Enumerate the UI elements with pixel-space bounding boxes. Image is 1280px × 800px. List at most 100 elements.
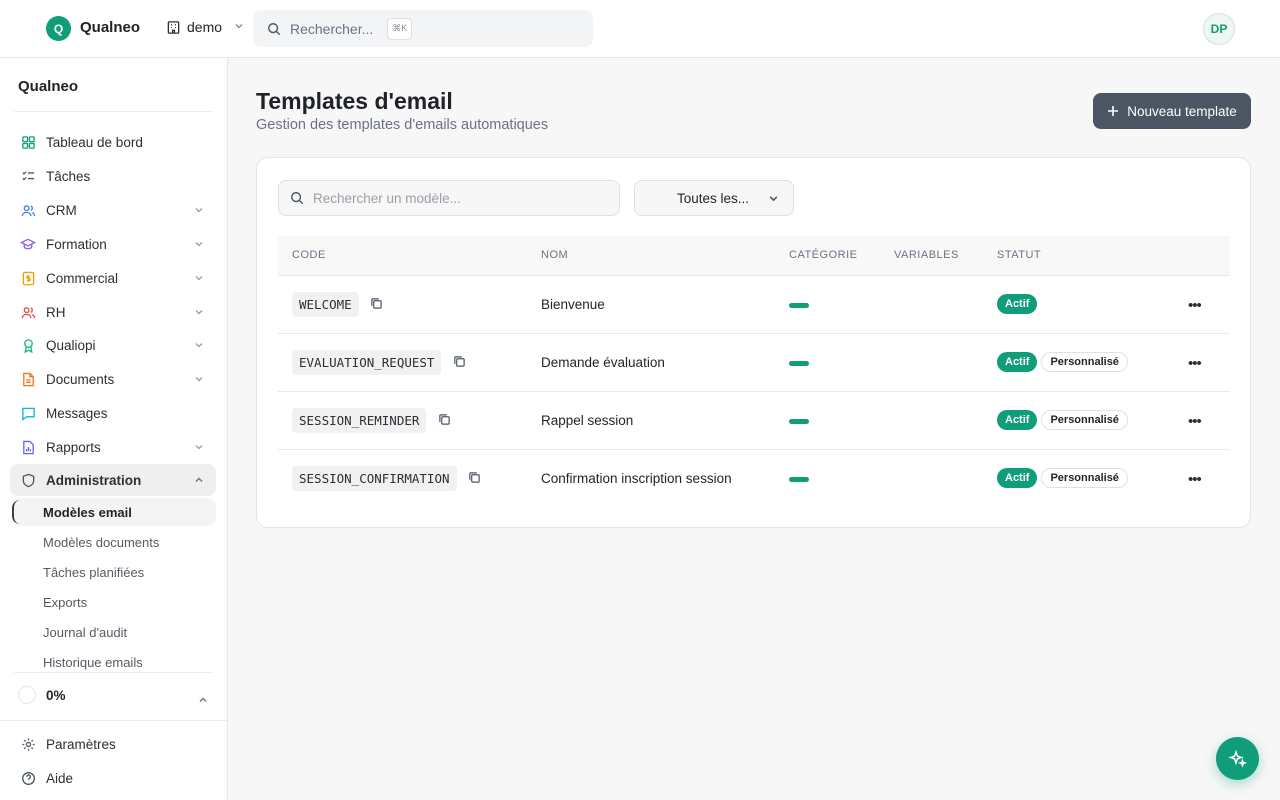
status-badges: Actif Personnalisé bbox=[997, 468, 1128, 488]
new-template-label: Nouveau template bbox=[1127, 103, 1237, 119]
column-header-statut[interactable]: STATUT bbox=[997, 249, 1041, 261]
document-icon bbox=[20, 371, 36, 387]
sidebar-item-label: RH bbox=[46, 304, 66, 320]
help-icon bbox=[20, 770, 36, 786]
chevron-up-icon[interactable] bbox=[198, 692, 208, 710]
category-filter-select[interactable]: Toutes les... bbox=[634, 180, 794, 216]
sidebar: Qualneo Tableau de bord Tâches CRM Forma… bbox=[0, 58, 228, 800]
category-indicator bbox=[789, 303, 809, 308]
column-header-nom[interactable]: NOM bbox=[541, 249, 568, 261]
sidebar-subitem-exports[interactable]: Exports bbox=[12, 588, 216, 616]
sidebar-item-label: Tâches bbox=[46, 168, 91, 184]
category-indicator bbox=[789, 361, 809, 366]
copy-icon[interactable] bbox=[370, 297, 384, 311]
sidebar-item-rh[interactable]: RH bbox=[10, 296, 216, 328]
sidebar-subitem-modeles-email[interactable]: Modèles email bbox=[12, 498, 216, 526]
customized-badge: Personnalisé bbox=[1041, 352, 1128, 372]
sidebar-subitem-taches-planifiees[interactable]: Tâches planifiées bbox=[12, 558, 216, 586]
template-name: Confirmation inscription session bbox=[541, 471, 732, 486]
copy-icon[interactable] bbox=[438, 413, 452, 427]
sidebar-item-taches[interactable]: Tâches bbox=[10, 160, 216, 192]
template-search-placeholder: Rechercher un modèle... bbox=[313, 190, 461, 206]
copy-icon[interactable] bbox=[453, 355, 467, 369]
sidebar-item-label: CRM bbox=[46, 202, 77, 218]
template-code: SESSION_CONFIRMATION bbox=[292, 466, 457, 491]
table-row[interactable]: SESSION_CONFIRMATION Confirmation inscri… bbox=[278, 450, 1230, 508]
sidebar-item-qualiopi[interactable]: Qualiopi bbox=[10, 329, 216, 361]
column-header-variables[interactable]: VARIABLES bbox=[894, 249, 959, 261]
template-code: EVALUATION_REQUEST bbox=[292, 350, 442, 375]
template-name: Rappel session bbox=[541, 413, 634, 428]
sidebar-item-rapports[interactable]: Rapports bbox=[10, 431, 216, 463]
more-actions-icon[interactable]: ••• bbox=[1188, 413, 1202, 430]
global-search[interactable]: Rechercher... ⌘K bbox=[253, 10, 593, 47]
sidebar-item-commercial[interactable]: Commercial bbox=[10, 262, 216, 294]
sidebar-item-crm[interactable]: CRM bbox=[10, 194, 216, 226]
sidebar-divider bbox=[0, 720, 228, 721]
sidebar-item-label: Messages bbox=[46, 405, 108, 421]
sidebar-item-parametres[interactable]: Paramètres bbox=[10, 728, 216, 760]
shield-icon bbox=[20, 472, 36, 488]
table-row[interactable]: SESSION_REMINDER Rappel session Actif Pe… bbox=[278, 392, 1230, 450]
table-header: CODE NOM CATÉGORIE VARIABLES STATUT bbox=[278, 236, 1230, 276]
sidebar-item-label: Formation bbox=[46, 236, 107, 252]
templates-card: Rechercher un modèle... Toutes les... CO… bbox=[256, 157, 1251, 528]
chevron-down-icon bbox=[194, 271, 204, 286]
user-avatar[interactable]: DP bbox=[1203, 13, 1235, 45]
table-row[interactable]: EVALUATION_REQUEST Demande évaluation Ac… bbox=[278, 334, 1230, 392]
sidebar-item-label: Commercial bbox=[46, 270, 119, 286]
message-icon bbox=[20, 405, 36, 421]
chevron-up-icon bbox=[194, 473, 204, 488]
sidebar-item-documents[interactable]: Documents bbox=[10, 363, 216, 395]
onboarding-progress[interactable]: 0% bbox=[18, 686, 66, 704]
sidebar-item-label: Tableau de bord bbox=[46, 134, 143, 150]
template-name: Demande évaluation bbox=[541, 355, 665, 370]
chevron-down-icon bbox=[768, 192, 779, 207]
tasks-list-icon bbox=[20, 168, 36, 184]
status-badge: Actif bbox=[997, 294, 1038, 314]
sidebar-item-messages[interactable]: Messages bbox=[10, 397, 216, 429]
sidebar-item-aide[interactable]: Aide bbox=[10, 762, 216, 794]
dashboard-icon bbox=[20, 134, 36, 150]
column-header-categorie[interactable]: CATÉGORIE bbox=[789, 249, 857, 261]
more-actions-icon[interactable]: ••• bbox=[1188, 471, 1202, 488]
gear-icon bbox=[20, 736, 36, 752]
brand-name[interactable]: Qualneo bbox=[80, 19, 140, 36]
sparkles-icon bbox=[1227, 749, 1247, 768]
sidebar-item-label: Rapports bbox=[46, 439, 101, 455]
org-switcher[interactable]: demo bbox=[166, 19, 244, 35]
sidebar-subitem-modeles-documents[interactable]: Modèles documents bbox=[12, 528, 216, 556]
template-code: WELCOME bbox=[292, 292, 359, 317]
chevron-down-icon bbox=[234, 21, 244, 34]
sidebar-subitem-journal-audit[interactable]: Journal d'audit bbox=[12, 618, 216, 646]
sidebar-item-administration[interactable]: Administration bbox=[10, 464, 216, 496]
sidebar-divider bbox=[14, 672, 212, 673]
search-icon bbox=[268, 22, 281, 35]
sidebar-item-formation[interactable]: Formation bbox=[10, 228, 216, 260]
ai-assistant-button[interactable] bbox=[1216, 737, 1259, 780]
table-row[interactable]: WELCOME Bienvenue Actif ••• bbox=[278, 276, 1230, 334]
column-header-code[interactable]: CODE bbox=[292, 249, 326, 261]
status-badge: Actif bbox=[997, 468, 1038, 488]
global-search-placeholder: Rechercher... bbox=[290, 20, 374, 37]
more-actions-icon[interactable]: ••• bbox=[1188, 297, 1202, 314]
top-bar: Q Qualneo demo Rechercher... ⌘K DP bbox=[0, 0, 1280, 58]
chevron-down-icon bbox=[194, 440, 204, 455]
chevron-down-icon bbox=[194, 338, 204, 353]
copy-icon[interactable] bbox=[468, 471, 482, 485]
plus-icon bbox=[1108, 106, 1119, 116]
dollar-file-icon bbox=[20, 270, 36, 286]
sidebar-item-label: Aide bbox=[46, 770, 74, 786]
team-icon bbox=[20, 304, 36, 320]
chevron-down-icon bbox=[194, 203, 204, 218]
category-indicator bbox=[789, 419, 809, 424]
customized-badge: Personnalisé bbox=[1041, 468, 1128, 488]
new-template-button[interactable]: Nouveau template bbox=[1093, 93, 1251, 129]
more-actions-icon[interactable]: ••• bbox=[1188, 355, 1202, 372]
app-logo[interactable]: Q bbox=[46, 16, 71, 41]
template-search-input[interactable]: Rechercher un modèle... bbox=[278, 180, 620, 216]
status-badges: Actif bbox=[997, 294, 1038, 314]
search-icon bbox=[291, 192, 304, 205]
status-badges: Actif Personnalisé bbox=[997, 410, 1128, 430]
sidebar-item-tableau-de-bord[interactable]: Tableau de bord bbox=[10, 126, 216, 158]
